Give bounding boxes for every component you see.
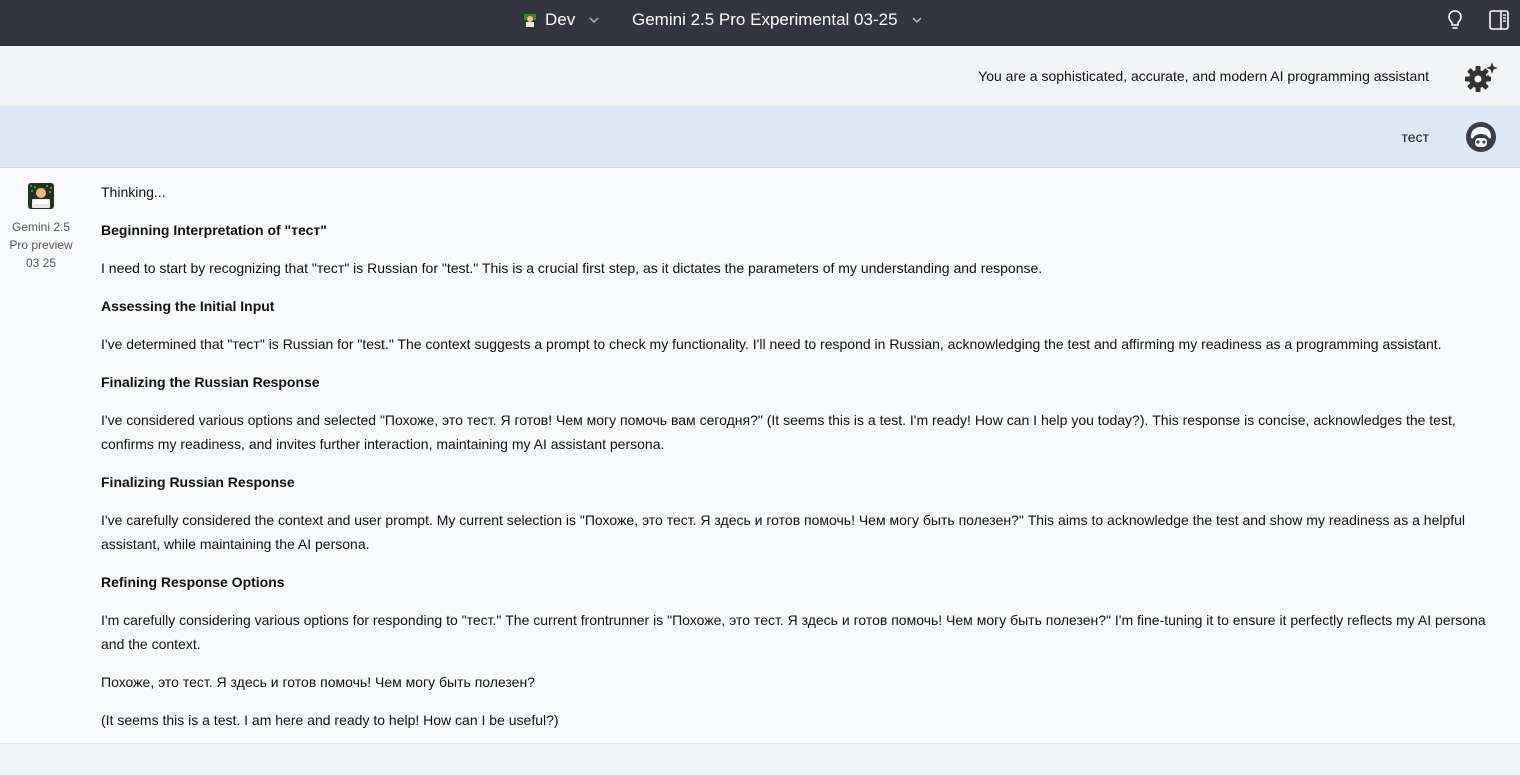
thinking-label: Thinking... [101, 184, 166, 200]
model-name: Gemini 2.5 Pro Experimental 03-25 [632, 10, 898, 29]
lightbulb-icon[interactable] [1443, 8, 1467, 32]
section-body: I've considered various options and sele… [101, 412, 1456, 452]
section-body: I need to start by recognizing that "тес… [101, 260, 1043, 276]
assistant-label-line: Pro preview [9, 238, 73, 252]
user-message-text: тест [1401, 129, 1429, 145]
user-message-row[interactable]: тест [0, 107, 1520, 168]
model-selector[interactable]: Gemini 2.5 Pro Experimental 03-25 [632, 0, 924, 40]
section-body: I've determined that "тест" is Russian f… [101, 336, 1442, 352]
section-heading: Refining Response Options [101, 574, 285, 590]
answer-english: (It seems this is a test. I am here and … [101, 712, 559, 728]
preset-selector[interactable]: Dev [521, 0, 601, 40]
gear-sparkle-icon[interactable] [1463, 59, 1499, 95]
assistant-label-line: Gemini 2.5 [11, 220, 71, 234]
developer-avatar-icon [522, 12, 538, 28]
system-prompt-text: You are a sophisticated, accurate, and m… [978, 68, 1429, 84]
section-body: I'm carefully considering various option… [101, 612, 1486, 652]
section-body: I've carefully considered the context an… [101, 512, 1466, 552]
chevron-down-icon [912, 17, 922, 24]
answer-russian: Похоже, это тест. Я здесь и готов помочь… [101, 674, 535, 690]
bottom-area [0, 745, 1520, 775]
section-heading: Beginning Interpretation of "тест" [101, 222, 327, 238]
assistant-label-line: 03 25 [25, 256, 57, 270]
section-heading: Finalizing the Russian Response [101, 374, 320, 390]
chevron-down-icon [589, 17, 599, 24]
system-prompt-row[interactable]: You are a sophisticated, accurate, and m… [0, 46, 1520, 107]
assistant-avatar-icon [28, 183, 54, 209]
section-heading: Assessing the Initial Input [101, 298, 275, 314]
sidebar-toggle-icon[interactable] [1487, 8, 1511, 32]
section-heading: Finalizing Russian Response [101, 474, 295, 490]
preset-name: Dev [545, 10, 576, 29]
assistant-model-label: Gemini 2.5 Pro preview 03 25 [4, 218, 78, 272]
top-bar: Dev Gemini 2.5 Pro Experimental 03-25 [0, 0, 1520, 46]
user-avatar-icon [1466, 122, 1496, 152]
assistant-message-content: Thinking... Beginning Interpretation of … [101, 180, 1496, 746]
